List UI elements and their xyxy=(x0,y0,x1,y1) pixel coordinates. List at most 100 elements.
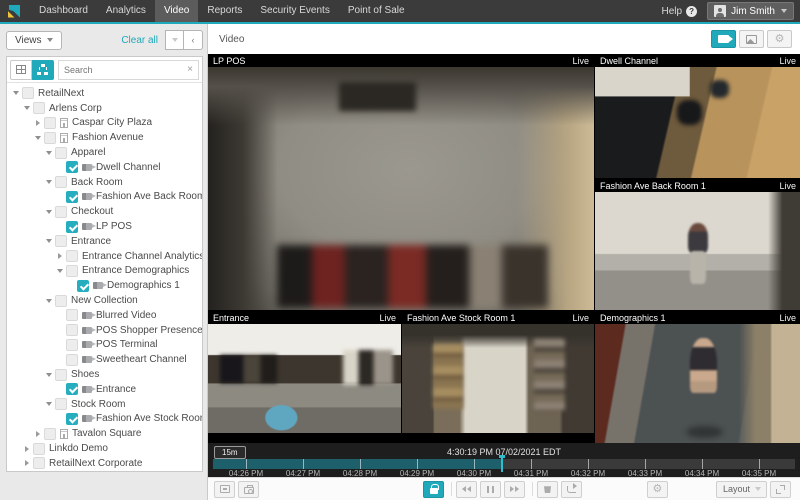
user-menu[interactable]: Jim Smith xyxy=(707,2,794,20)
checkbox[interactable] xyxy=(44,132,56,144)
caret-down-icon[interactable] xyxy=(57,269,63,273)
caret-right-icon[interactable] xyxy=(58,253,62,259)
tree-item-linkdo-demo[interactable]: Linkdo Demo xyxy=(7,441,202,456)
checkbox[interactable] xyxy=(55,176,67,188)
help-button[interactable]: Help ? xyxy=(662,6,698,17)
video-tile-dwell-channel[interactable]: Dwell ChannelLive xyxy=(595,54,800,178)
checkbox[interactable] xyxy=(44,117,56,129)
checkbox[interactable] xyxy=(33,457,45,469)
pause-button[interactable] xyxy=(480,481,501,498)
video-mode-button[interactable] xyxy=(711,30,736,48)
checkbox[interactable] xyxy=(33,443,45,455)
checkbox[interactable] xyxy=(66,221,78,233)
export-clip-button[interactable] xyxy=(214,481,235,498)
tree-item-blurred-video[interactable]: Blurred Video xyxy=(7,308,202,323)
tree-item-dwell-channel[interactable]: Dwell Channel xyxy=(7,160,202,175)
caret-down-icon[interactable] xyxy=(46,151,52,155)
checkbox[interactable] xyxy=(55,398,67,410)
video-tile-fashion-ave-back-room-1[interactable]: Fashion Ave Back Room 1Live xyxy=(595,179,800,310)
settings-button[interactable]: ⚙ xyxy=(647,481,668,498)
delete-button[interactable] xyxy=(537,481,558,498)
tree-item-entrance-channel-analytics[interactable]: Entrance Channel Analytics xyxy=(7,249,202,264)
layout-dropdown[interactable]: Layout xyxy=(716,481,767,498)
tree-item-retailnext-corporate[interactable]: RetailNext Corporate xyxy=(7,456,202,471)
list-view-button[interactable] xyxy=(10,60,32,80)
caret-right-icon[interactable] xyxy=(25,446,29,452)
checkbox[interactable] xyxy=(55,206,67,218)
tree-item-fashion-avenue[interactable]: Fashion Avenue xyxy=(7,130,202,145)
clear-search-icon[interactable]: × xyxy=(187,65,193,75)
checkbox[interactable] xyxy=(66,413,78,425)
tree-view-button[interactable] xyxy=(32,60,54,80)
checkbox[interactable] xyxy=(66,265,78,277)
checkbox[interactable] xyxy=(55,147,67,159)
caret-down-icon[interactable] xyxy=(13,91,19,95)
tree-item-demographics-1[interactable]: Demographics 1 xyxy=(7,278,202,293)
tree-item-entrance[interactable]: Entrance xyxy=(7,382,202,397)
image-wall-button[interactable] xyxy=(739,30,764,48)
collapse-sidebar-button[interactable]: ‹ xyxy=(184,30,203,50)
tree-item-entrance[interactable]: Entrance xyxy=(7,234,202,249)
fast-forward-button[interactable] xyxy=(504,481,525,498)
tree-item-pos-shopper-presence[interactable]: POS Shopper Presence xyxy=(7,323,202,338)
tree-item-caspar-city-plaza[interactable]: Caspar City Plaza xyxy=(7,116,202,131)
nav-item-analytics[interactable]: Analytics xyxy=(97,0,155,22)
checkbox[interactable] xyxy=(44,428,56,440)
checkbox[interactable] xyxy=(66,339,78,351)
tree-item-entrance-demographics[interactable]: Entrance Demographics xyxy=(7,264,202,279)
caret-down-icon[interactable] xyxy=(46,180,52,184)
caret-down-icon[interactable] xyxy=(46,402,52,406)
caret-down-icon[interactable] xyxy=(35,136,41,140)
snapshot-button[interactable] xyxy=(238,481,259,498)
tree-item-checkout[interactable]: Checkout xyxy=(7,204,202,219)
time-range-button[interactable]: 15m xyxy=(214,446,246,459)
nav-item-security-events[interactable]: Security Events xyxy=(251,0,338,22)
retailnext-logo-icon[interactable] xyxy=(7,5,20,18)
checkbox[interactable] xyxy=(55,369,67,381)
views-caret-button[interactable] xyxy=(165,30,184,50)
tree-item-shoes[interactable]: Shoes xyxy=(7,367,202,382)
caret-right-icon[interactable] xyxy=(36,431,40,437)
tree-item-stock-room[interactable]: Stock Room xyxy=(7,397,202,412)
checkbox[interactable] xyxy=(55,295,67,307)
checkbox[interactable] xyxy=(77,280,89,292)
search-input[interactable] xyxy=(64,65,187,75)
tree-item-apparel[interactable]: Apparel xyxy=(7,145,202,160)
nav-item-reports[interactable]: Reports xyxy=(198,0,251,22)
tree-item-tavalon-square[interactable]: Tavalon Square xyxy=(7,426,202,441)
tree-item-pos-terminal[interactable]: POS Terminal xyxy=(7,338,202,353)
checkbox[interactable] xyxy=(66,191,78,203)
video-tile-fashion-ave-stock-room-1[interactable]: Fashion Ave Stock Room 1Live xyxy=(402,311,594,443)
clear-all-button[interactable]: Clear all xyxy=(121,35,158,46)
tree-item-retailnext[interactable]: RetailNext xyxy=(7,86,202,101)
fullscreen-button[interactable] xyxy=(770,481,791,498)
rewind-button[interactable] xyxy=(456,481,477,498)
checkbox[interactable] xyxy=(22,87,34,99)
tree-item-lp-pos[interactable]: LP POS xyxy=(7,219,202,234)
checkbox[interactable] xyxy=(33,102,45,114)
tree-item-back-room[interactable]: Back Room xyxy=(7,175,202,190)
checkbox[interactable] xyxy=(66,161,78,173)
share-button[interactable] xyxy=(561,481,582,498)
caret-right-icon[interactable] xyxy=(25,460,29,466)
tree-item-sweetheart-channel[interactable]: Sweetheart Channel xyxy=(7,352,202,367)
checkbox[interactable] xyxy=(66,250,78,262)
checkbox[interactable] xyxy=(66,324,78,336)
tree-item-new-collection[interactable]: New Collection xyxy=(7,293,202,308)
tree-item-fashion-ave-stock-room-1[interactable]: Fashion Ave Stock Room 1 xyxy=(7,412,202,427)
nav-item-dashboard[interactable]: Dashboard xyxy=(30,0,97,22)
checkbox[interactable] xyxy=(55,235,67,247)
playhead[interactable] xyxy=(501,455,503,472)
tree-item-arlens-corp[interactable]: Arlens Corp xyxy=(7,101,202,116)
tree-item-fashion-ave-back-room-1[interactable]: Fashion Ave Back Room 1 xyxy=(7,190,202,205)
timeline-scrubber[interactable] xyxy=(213,459,795,469)
video-tile-demographics-1[interactable]: Demographics 1Live xyxy=(595,311,800,443)
views-dropdown[interactable]: Views xyxy=(6,31,62,50)
video-settings-button[interactable]: ⚙ xyxy=(767,30,792,48)
checkbox[interactable] xyxy=(66,309,78,321)
lock-button[interactable] xyxy=(423,481,444,498)
caret-down-icon[interactable] xyxy=(46,299,52,303)
caret-down-icon[interactable] xyxy=(46,239,52,243)
nav-item-point-of-sale[interactable]: Point of Sale xyxy=(339,0,414,22)
nav-item-video[interactable]: Video xyxy=(155,0,198,22)
